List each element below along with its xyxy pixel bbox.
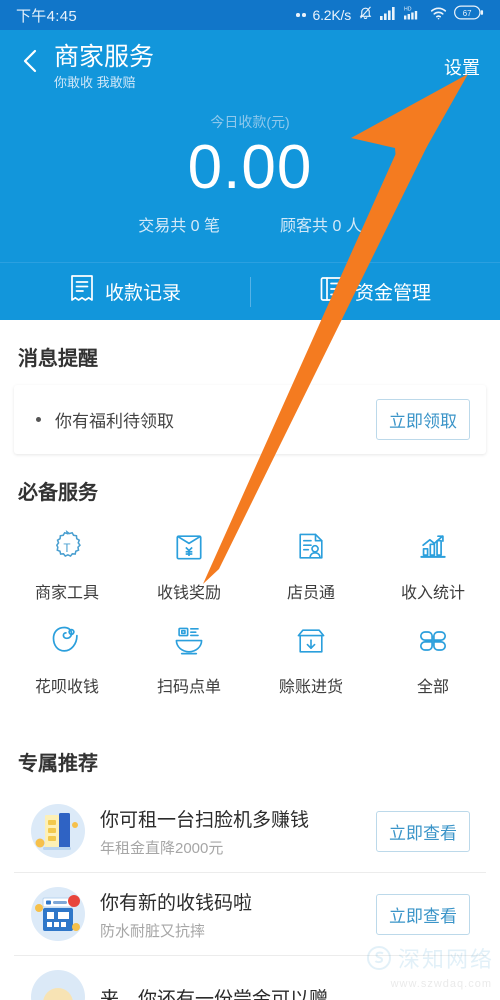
service-label: 收入统计 bbox=[400, 585, 465, 602]
claim-now-button[interactable]: 立即领取 bbox=[376, 399, 470, 440]
signal-bars-icon bbox=[380, 6, 397, 25]
summary-amount: 0.00 bbox=[187, 133, 313, 202]
view-now-button[interactable]: 立即查看 bbox=[376, 893, 470, 935]
tab-funds-management[interactable]: 资金管理 bbox=[250, 275, 500, 309]
tab-label: 资金管理 bbox=[354, 283, 431, 304]
view-now-button[interactable]: 立即查看 bbox=[376, 810, 470, 852]
all-apps-icon bbox=[415, 623, 451, 664]
tab-payment-records[interactable]: 收款记录 bbox=[0, 274, 250, 310]
recommend-section-title: 专属推荐 bbox=[18, 753, 98, 775]
settings-button[interactable]: 设置 bbox=[444, 54, 480, 80]
service-label: 赊账进货 bbox=[278, 679, 343, 696]
battery-level-label: 67 bbox=[463, 9, 472, 18]
qr-code-icon bbox=[30, 886, 86, 942]
status-time: 下午4:45 bbox=[16, 7, 77, 25]
list-item[interactable]: 你有新的收钱码啦 防水耐脏又抗摔 立即查看 bbox=[14, 872, 486, 955]
network-speed-label: 6.2K/s bbox=[312, 7, 352, 23]
header-tabs: 收款记录 资金管理 bbox=[0, 262, 500, 320]
summary-label: 今日收款(元) bbox=[210, 114, 290, 130]
back-button[interactable] bbox=[14, 46, 48, 80]
header-titles: 商家服务 你敢收 我敢赔 bbox=[54, 42, 154, 93]
red-packet-icon bbox=[171, 529, 207, 570]
navigation-bar: 商家服务 你敢收 我敢赔 设置 bbox=[0, 30, 500, 102]
bullet-icon bbox=[36, 417, 41, 422]
mute-bell-icon bbox=[358, 5, 373, 25]
status-icons: 6.2K/s HD 67 bbox=[296, 5, 484, 25]
page-title: 商家服务 bbox=[54, 43, 155, 71]
recommend-subtitle: 年租金直降2000元 bbox=[100, 839, 224, 857]
income-chart-icon bbox=[415, 529, 451, 570]
summary-stats: 交易共 0 笔 顾客共 0 人 bbox=[0, 212, 500, 262]
status-bar: 下午4:45 6.2K/s HD 67 bbox=[0, 0, 500, 30]
service-label: 花呗收钱 bbox=[34, 679, 99, 696]
service-item-merchant-tools[interactable]: T 商家工具 bbox=[6, 523, 128, 613]
recommend-title: 来，你还有一份尝金可以赠 bbox=[100, 988, 329, 1000]
recommend-texts: 你有新的收钱码啦 防水耐脏又抗摔 bbox=[100, 888, 252, 941]
face-scanner-icon bbox=[30, 803, 86, 859]
service-item-red-packet[interactable]: 收钱奖励 bbox=[128, 523, 250, 613]
services-grid: T 商家工具 收钱奖励 店员通 收入统计 花呗收钱 扫码点单 赊账进货 全部 bbox=[0, 519, 500, 725]
receipt-icon bbox=[69, 274, 95, 310]
staff-pass-icon bbox=[293, 529, 329, 570]
svg-text:HD: HD bbox=[404, 7, 412, 13]
messages-card: 你有福利待领取 立即领取 bbox=[14, 385, 486, 454]
service-item-scan-order[interactable]: 扫码点单 bbox=[128, 617, 250, 707]
wifi-icon bbox=[430, 6, 447, 25]
battery-icon: 67 bbox=[454, 5, 484, 25]
recommend-title: 你有新的收钱码啦 bbox=[100, 892, 253, 914]
recommend-texts: 你可租一台扫脸机多赚钱 年租金直降2000元 bbox=[100, 805, 309, 858]
stat-transactions: 交易共 0 笔 bbox=[138, 218, 220, 235]
svg-text:T: T bbox=[63, 542, 70, 555]
service-label: 收钱奖励 bbox=[156, 585, 221, 602]
recommend-title: 你可租一台扫脸机多赚钱 bbox=[100, 809, 310, 831]
page-header: 商家服务 你敢收 我敢赔 设置 今日收款(元) 0.00 交易共 0 笔 顾客共… bbox=[0, 30, 500, 320]
app-screen: 下午4:45 6.2K/s HD 67 商家服务 你敢收 我敢赔 设置 今日收款… bbox=[0, 0, 500, 1000]
list-item[interactable]: 你有福利待领取 立即领取 bbox=[14, 385, 486, 454]
scan-order-icon bbox=[171, 623, 207, 664]
tab-label: 收款记录 bbox=[104, 283, 181, 304]
service-label: 全部 bbox=[416, 679, 449, 696]
more-dots-icon bbox=[296, 13, 306, 17]
credit-stock-icon bbox=[293, 623, 329, 664]
back-chevron-icon bbox=[20, 48, 42, 79]
service-label: 扫码点单 bbox=[156, 679, 221, 696]
list-item[interactable]: 你可租一台扫脸机多赚钱 年租金直降2000元 立即查看 bbox=[14, 790, 486, 872]
messages-section-title: 消息提醒 bbox=[18, 348, 98, 370]
hd-signal-icon: HD bbox=[404, 5, 423, 25]
services-section-title: 必备服务 bbox=[18, 482, 98, 504]
funds-icon bbox=[319, 275, 345, 309]
page-subtitle: 你敢收 我敢赔 bbox=[54, 75, 136, 90]
tab-separator bbox=[250, 277, 251, 307]
huabei-icon bbox=[49, 623, 85, 664]
recommend-list: 你可租一台扫脸机多赚钱 年租金直降2000元 立即查看 你有新的收钱码啦 防水耐… bbox=[0, 790, 500, 1000]
service-item-income-stats[interactable]: 收入统计 bbox=[372, 523, 494, 613]
service-item-staff-pass[interactable]: 店员通 bbox=[250, 523, 372, 613]
service-label: 商家工具 bbox=[34, 585, 99, 602]
merchant-tools-icon: T bbox=[49, 529, 85, 570]
watermark-subtext: www.szwdaq.com bbox=[390, 978, 492, 990]
service-item-all[interactable]: 全部 bbox=[372, 617, 494, 707]
today-summary: 今日收款(元) 0.00 交易共 0 笔 顾客共 0 人 bbox=[0, 102, 500, 262]
message-text: 你有福利待领取 bbox=[55, 412, 174, 431]
coin-icon bbox=[30, 969, 86, 1000]
service-item-credit-stock[interactable]: 赊账进货 bbox=[250, 617, 372, 707]
service-label: 店员通 bbox=[286, 585, 335, 602]
recommend-subtitle: 防水耐脏又抗摔 bbox=[100, 922, 206, 940]
service-item-huabei[interactable]: 花呗收钱 bbox=[6, 617, 128, 707]
recommend-texts: 来，你还有一份尝金可以赠 bbox=[100, 984, 328, 1000]
stat-customers: 顾客共 0 人 bbox=[280, 218, 362, 235]
